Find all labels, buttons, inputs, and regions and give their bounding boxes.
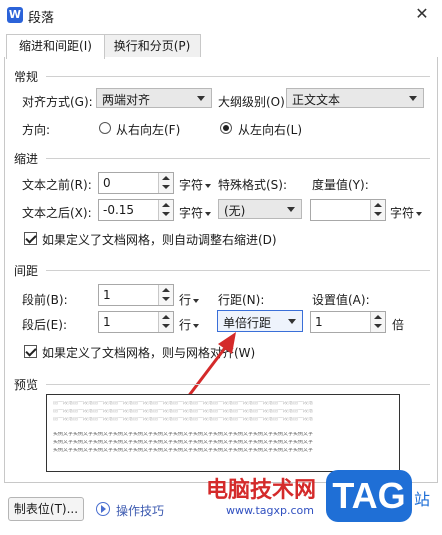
preview-sample-line: 实例文字实例文字实例文字实例文字实例文字实例文字实例文字实例文字实例文字实例文字… [53, 448, 314, 453]
indent-after-unit[interactable]: 字符 [179, 204, 212, 221]
section-divider [46, 384, 430, 385]
setting-value-value: 1 [315, 315, 323, 329]
section-title-indent: 缩进 [14, 152, 39, 166]
special-format-label: 特殊格式(S): [218, 178, 288, 192]
indent-after-value: -0.15 [103, 203, 135, 217]
title-bar [0, 0, 442, 30]
dialog-title: 段落 [28, 11, 55, 26]
measure-unit-text: 字符 [390, 206, 415, 220]
indent-before-value: 0 [103, 176, 111, 190]
indent-after-unit-text: 字符 [179, 206, 204, 220]
section-title-general: 常规 [14, 70, 39, 84]
spin-up-icon[interactable] [374, 203, 382, 207]
chevron-down-icon [193, 323, 200, 328]
chevron-down-icon [197, 96, 205, 101]
direction-label: 方向: [22, 123, 51, 137]
outline-level-value: 正文文本 [292, 93, 341, 107]
alignment-label: 对齐方式(G): [22, 95, 93, 109]
watermark-station: 站 [414, 490, 431, 509]
chevron-down-icon [287, 207, 295, 212]
tips-link[interactable]: 操作技巧 [116, 502, 164, 519]
alignment-value: 两端对齐 [102, 93, 151, 107]
spin-down-icon[interactable] [162, 297, 170, 301]
spin-up-icon[interactable] [162, 203, 170, 207]
chevron-down-icon [205, 211, 212, 216]
indent-after-input[interactable]: -0.15 [98, 199, 174, 221]
setting-value-unit: 倍 [392, 318, 405, 332]
spin-up-icon[interactable] [162, 176, 170, 180]
indent-before-label: 文本之前(R): [22, 178, 92, 192]
section-divider [46, 158, 430, 159]
measure-input[interactable] [310, 199, 386, 221]
indent-grid-checkbox-label[interactable]: 如果定义了文档网格，则自动调整右缩进(D) [42, 231, 277, 248]
section-divider [46, 270, 430, 271]
indent-before-input[interactable]: 0 [98, 172, 174, 194]
wps-writer-icon: W [7, 7, 23, 23]
special-format-value: (无) [224, 204, 246, 218]
tab-line-page-breaks[interactable]: 换行和分页(P) [103, 34, 201, 58]
section-title-preview: 预览 [14, 378, 39, 392]
chevron-down-icon [205, 183, 212, 188]
spin-buttons[interactable] [158, 285, 173, 305]
tab-stops-button[interactable]: 制表位(T)... [8, 497, 84, 521]
preview-sample-line: 实例文字实例文字实例文字实例文字实例文字实例文字实例文字实例文字实例文字实例文字… [53, 440, 314, 445]
spin-up-icon[interactable] [374, 315, 382, 319]
setting-value-input[interactable]: 1 [310, 311, 386, 333]
outline-level-label: 大纲级别(O): [218, 95, 289, 109]
indent-before-unit[interactable]: 字符 [179, 176, 212, 193]
watermark-site-name: 电脑技术网 [206, 477, 317, 502]
spin-buttons[interactable] [158, 200, 173, 220]
spacing-after-label: 段后(E): [22, 318, 67, 332]
chevron-down-icon [288, 319, 296, 324]
spin-buttons[interactable] [158, 173, 173, 193]
rtl-label[interactable]: 从右向左(F) [116, 121, 180, 138]
spin-buttons[interactable] [370, 200, 385, 220]
chevron-down-icon [193, 298, 200, 303]
spin-up-icon[interactable] [162, 288, 170, 292]
indent-grid-checkbox[interactable] [24, 232, 37, 245]
chevron-down-icon [416, 211, 423, 216]
spacing-after-value: 1 [103, 315, 111, 329]
special-format-select[interactable]: (无) [218, 199, 302, 219]
indent-before-unit-text: 字符 [179, 178, 204, 192]
spin-buttons[interactable] [370, 312, 385, 332]
spin-down-icon[interactable] [162, 212, 170, 216]
rtl-radio[interactable] [99, 122, 111, 134]
spacing-before-unit-text: 行 [179, 293, 192, 307]
alignment-select[interactable]: 两端对齐 [96, 88, 212, 108]
spin-down-icon[interactable] [162, 324, 170, 328]
preview-sample-line: 实例文字实例文字实例文字实例文字实例文字实例文字实例文字实例文字实例文字实例文字… [53, 432, 314, 437]
spacing-after-input[interactable]: 1 [98, 311, 174, 333]
preview-box: 前一段落前一段落前一段落前一段落前一段落前一段落前一段落前一段落前一段落前一段落… [46, 394, 400, 472]
section-divider [46, 76, 430, 77]
tab-indent-spacing[interactable]: 缩进和间距(I) [6, 34, 105, 59]
ltr-radio[interactable] [220, 122, 232, 134]
spacing-before-input[interactable]: 1 [98, 284, 174, 306]
close-icon[interactable]: ✕ [414, 6, 430, 22]
spacing-before-unit[interactable]: 行 [179, 291, 200, 308]
setting-value-label: 设置值(A): [312, 293, 370, 307]
preview-prev-line: 前一段落前一段落前一段落前一段落前一段落前一段落前一段落前一段落前一段落前一段落… [53, 401, 314, 406]
annotation-arrow-head [218, 332, 236, 354]
watermark-url: www.tagxp.com [226, 504, 314, 517]
spin-down-icon[interactable] [374, 324, 382, 328]
line-spacing-label: 行距(N): [218, 293, 265, 307]
preview-prev-line: 前一段落前一段落前一段落前一段落前一段落前一段落前一段落前一段落前一段落前一段落… [53, 409, 314, 414]
preview-prev-line: 前一段落前一段落前一段落前一段落前一段落前一段落前一段落前一段落前一段落前一段落… [53, 417, 314, 422]
section-title-spacing: 间距 [14, 264, 39, 278]
outline-level-select[interactable]: 正文文本 [286, 88, 424, 108]
indent-after-label: 文本之后(X): [22, 206, 92, 220]
spin-down-icon[interactable] [162, 185, 170, 189]
spin-up-icon[interactable] [162, 315, 170, 319]
spacing-before-value: 1 [103, 288, 111, 302]
spin-down-icon[interactable] [374, 212, 382, 216]
ltr-label[interactable]: 从左向右(L) [238, 121, 302, 138]
watermark-tag-logo: TAG [326, 470, 412, 522]
measure-label: 度量值(Y): [312, 178, 369, 192]
measure-unit[interactable]: 字符 [390, 204, 423, 221]
spacing-before-label: 段前(B): [22, 293, 68, 307]
chevron-down-icon [409, 96, 417, 101]
spacing-grid-checkbox[interactable] [24, 345, 37, 358]
play-circle-icon[interactable] [96, 502, 110, 516]
